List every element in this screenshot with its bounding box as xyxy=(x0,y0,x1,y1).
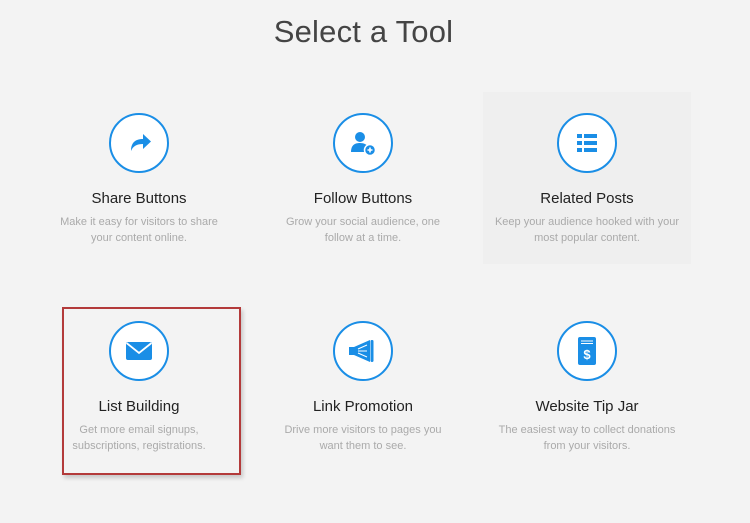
share-arrow-icon xyxy=(109,113,169,173)
tool-name: Follow Buttons xyxy=(313,190,413,207)
tool-name: List Building xyxy=(98,398,180,415)
tool-name: Share Buttons xyxy=(91,190,187,207)
svg-text:$: $ xyxy=(583,347,591,362)
tool-picker: Select a Tool Share Buttons Make it easy… xyxy=(0,0,750,523)
megaphone-icon xyxy=(333,321,393,381)
tool-follow-buttons[interactable]: Follow Buttons Grow your social audience… xyxy=(266,113,460,246)
add-user-icon xyxy=(333,113,393,173)
tool-name: Link Promotion xyxy=(312,398,414,415)
envelope-icon xyxy=(109,321,169,381)
tool-description: The easiest way to collect donations fro… xyxy=(498,424,676,452)
page-title: Select a Tool xyxy=(273,14,454,49)
tool-description: Drive more visitors to pages you want th… xyxy=(284,424,442,452)
tip-jar-icon: $ xyxy=(557,321,617,381)
tool-name: Related Posts xyxy=(540,190,634,207)
list-icon xyxy=(557,113,617,173)
tool-related-posts[interactable]: Related Posts Keep your audience hooked … xyxy=(483,92,691,264)
tool-name: Website Tip Jar xyxy=(535,398,639,415)
tool-website-tip-jar[interactable]: $ Website Tip Jar The easiest way to col… xyxy=(490,321,684,454)
tool-description: Make it easy for visitors to share your … xyxy=(60,216,218,244)
tool-description: Keep your audience hooked with your most… xyxy=(494,216,680,244)
tool-description: Get more email signups, subscriptions, r… xyxy=(72,424,206,452)
tool-list-building[interactable]: List Building Get more email signups, su… xyxy=(42,321,236,454)
tool-share-buttons[interactable]: Share Buttons Make it easy for visitors … xyxy=(42,113,236,246)
tool-description: Grow your social audience, one follow at… xyxy=(285,216,441,244)
tool-link-promotion[interactable]: Link Promotion Drive more visitors to pa… xyxy=(266,321,460,454)
